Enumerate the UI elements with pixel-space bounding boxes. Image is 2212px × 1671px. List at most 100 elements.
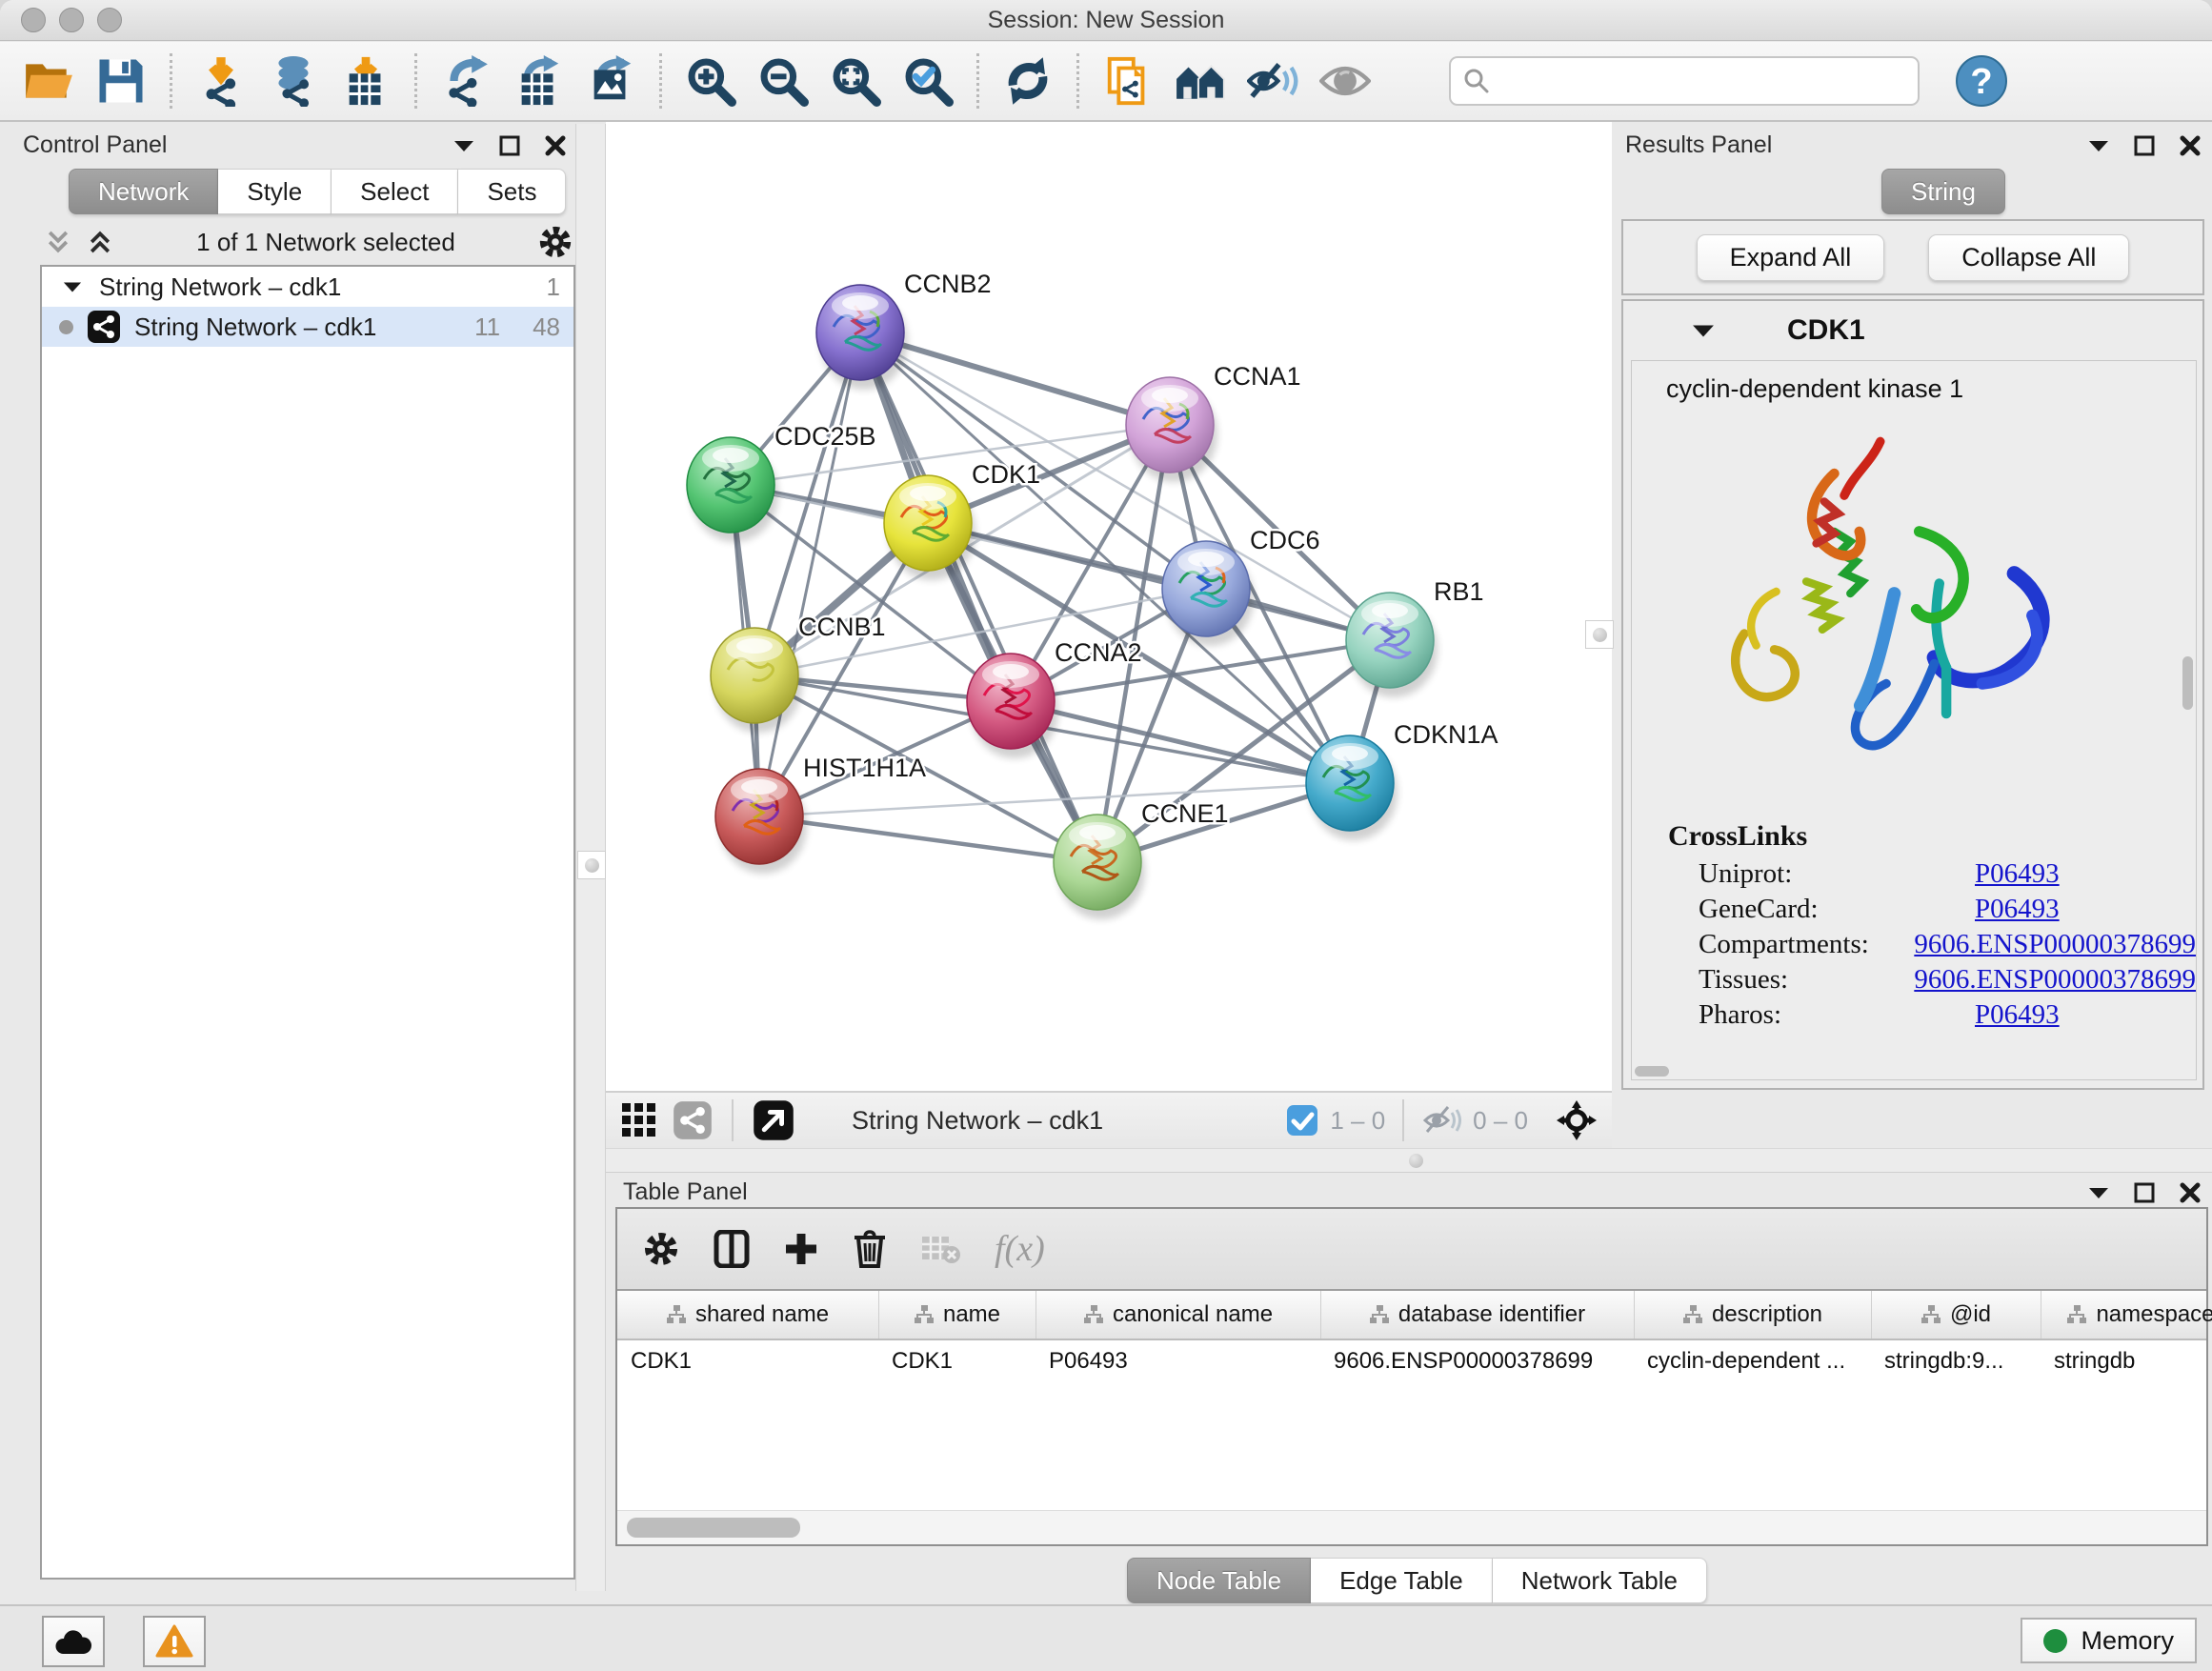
share-view-icon[interactable] [673,1100,713,1140]
right-splitter-handle[interactable] [1585,620,1614,649]
close-panel-icon[interactable] [2180,1182,2201,1203]
node-CDKN1A[interactable]: CDKN1A [1306,720,1498,840]
table-horizontal-scrollbar-thumb[interactable] [627,1518,800,1538]
new-network-from-selection-button[interactable] [1096,50,1159,112]
import-database-button[interactable] [262,50,325,112]
card-vertical-scrollbar[interactable] [2182,656,2193,710]
help-button[interactable]: ? [1950,50,2013,112]
left-splitter-handle[interactable] [577,851,606,879]
hide-graphics-details-button[interactable] [1241,50,1304,112]
network-canvas[interactable]: CCNB2CCNA1CDC25BCDK1CDC6RB1CCNB1CCNA2CDK… [606,122,1612,1091]
network-row[interactable]: String Network – cdk1 11 48 [42,307,573,347]
tab-select[interactable]: Select [332,169,458,214]
protein-card-header[interactable]: CDK1 [1623,301,2202,360]
collapse-all-icon[interactable] [44,228,72,256]
search-input[interactable] [1498,67,1906,95]
cell-shared-name[interactable]: CDK1 [617,1340,878,1384]
node-CCNB1[interactable]: CCNB1 [711,613,886,733]
grid-view-icon[interactable] [619,1100,659,1140]
panel-menu-caret-icon[interactable] [2088,139,2109,152]
edge-HIST1H1A-CCNE1[interactable] [759,816,1097,862]
crosslink-value[interactable]: 9606.ENSP00000378699 [1914,929,2196,960]
window-close-button[interactable] [21,8,46,32]
import-table-button[interactable] [334,50,397,112]
float-panel-icon[interactable] [2134,1182,2155,1203]
cell-namespace[interactable]: stringdb [2041,1340,2212,1384]
hidden-eye-icon[interactable] [1421,1103,1461,1137]
table-horizontal-scrollbar-track[interactable] [617,1510,2206,1544]
cell--id[interactable]: stringdb:9... [1871,1340,2041,1384]
column-header-description[interactable]: description [1634,1291,1871,1339]
crosslink-value[interactable]: P06493 [1975,894,2060,925]
collapse-all-button[interactable]: Collapse All [1928,234,2129,281]
save-session-button[interactable] [90,50,152,112]
crosslink-value[interactable]: 9606.ENSP00000378699 [1914,964,2196,996]
delete-column-icon[interactable] [852,1229,888,1269]
column-header-namespace[interactable]: namespace [2041,1291,2212,1339]
column-header-database-identifier[interactable]: database identifier [1320,1291,1634,1339]
node-CCNE1[interactable]: CCNE1 [1054,799,1229,919]
card-horizontal-scrollbar[interactable] [1635,1066,1669,1077]
warning-status-button[interactable] [143,1616,206,1667]
detach-view-icon[interactable] [753,1099,794,1141]
refresh-button[interactable] [996,50,1059,112]
node-CDK1[interactable]: CDK1 [884,460,1040,580]
import-network-button[interactable] [190,50,252,112]
cell-database-identifier[interactable]: 9606.ENSP00000378699 [1320,1340,1634,1384]
collapse-section-icon[interactable] [1692,323,1715,338]
table-row[interactable]: CDK1CDK1P064939606.ENSP00000378699cyclin… [617,1340,2206,1384]
crosslink-value[interactable]: P06493 [1975,999,2060,1031]
gear-icon[interactable] [537,224,573,260]
zoom-fit-button[interactable] [824,50,887,112]
node-RB1[interactable]: RB1 [1346,577,1484,697]
export-network-button[interactable] [434,50,497,112]
column-header--id[interactable]: @id [1871,1291,2041,1339]
tab-node-table[interactable]: Node Table [1127,1558,1311,1603]
tab-network-table[interactable]: Network Table [1493,1558,1707,1603]
cell-description[interactable]: cyclin-dependent ... [1634,1340,1871,1384]
add-column-icon[interactable] [783,1231,819,1267]
left-splitter[interactable] [575,124,606,1591]
close-panel-icon[interactable] [2180,135,2201,156]
selected-checkbox-icon[interactable] [1286,1104,1318,1137]
crosslink-value[interactable]: P06493 [1975,858,2060,890]
expand-all-button[interactable]: Expand All [1697,234,1885,281]
show-graphics-details-button[interactable] [1314,50,1377,112]
show-columns-icon[interactable] [713,1230,751,1268]
panel-menu-caret-icon[interactable] [453,139,474,152]
float-panel-icon[interactable] [2134,135,2155,156]
open-session-button[interactable] [17,50,80,112]
export-image-button[interactable] [579,50,642,112]
cell-canonical-name[interactable]: P06493 [1036,1340,1320,1384]
window-zoom-button[interactable] [97,8,122,32]
horizontal-splitter-handle[interactable] [1409,1154,1423,1168]
tab-string[interactable]: String [1881,169,2005,214]
node-CCNA1[interactable]: CCNA1 [1126,362,1301,482]
window-minimize-button[interactable] [59,8,84,32]
close-panel-icon[interactable] [545,135,566,156]
tab-network[interactable]: Network [69,169,218,214]
zoom-out-button[interactable] [752,50,814,112]
expand-all-icon[interactable] [86,228,114,256]
cell-name[interactable]: CDK1 [878,1340,1036,1384]
horizontal-splitter[interactable] [606,1148,2212,1173]
tab-sets[interactable]: Sets [458,169,566,214]
table-settings-gear-icon[interactable] [642,1230,680,1268]
network-collection-row[interactable]: String Network – cdk1 1 [42,267,573,307]
panel-menu-caret-icon[interactable] [2088,1186,2109,1199]
column-header-canonical-name[interactable]: canonical name [1036,1291,1320,1339]
tab-edge-table[interactable]: Edge Table [1311,1558,1493,1603]
right-splitter[interactable] [1589,122,1612,1091]
memory-button[interactable]: Memory [2021,1618,2197,1663]
tree-expander-icon[interactable] [63,280,82,293]
zoom-in-button[interactable] [679,50,742,112]
home-view-button[interactable] [1169,50,1232,112]
float-panel-icon[interactable] [499,135,520,156]
edge-CCNB2-CCNE1[interactable] [860,332,1097,862]
column-header-shared-name[interactable]: shared name [617,1291,878,1339]
zoom-selected-button[interactable] [896,50,959,112]
export-table-button[interactable] [507,50,570,112]
birds-eye-toggle-icon[interactable] [1555,1098,1599,1142]
tab-style[interactable]: Style [218,169,332,214]
cloud-status-button[interactable] [42,1616,105,1667]
